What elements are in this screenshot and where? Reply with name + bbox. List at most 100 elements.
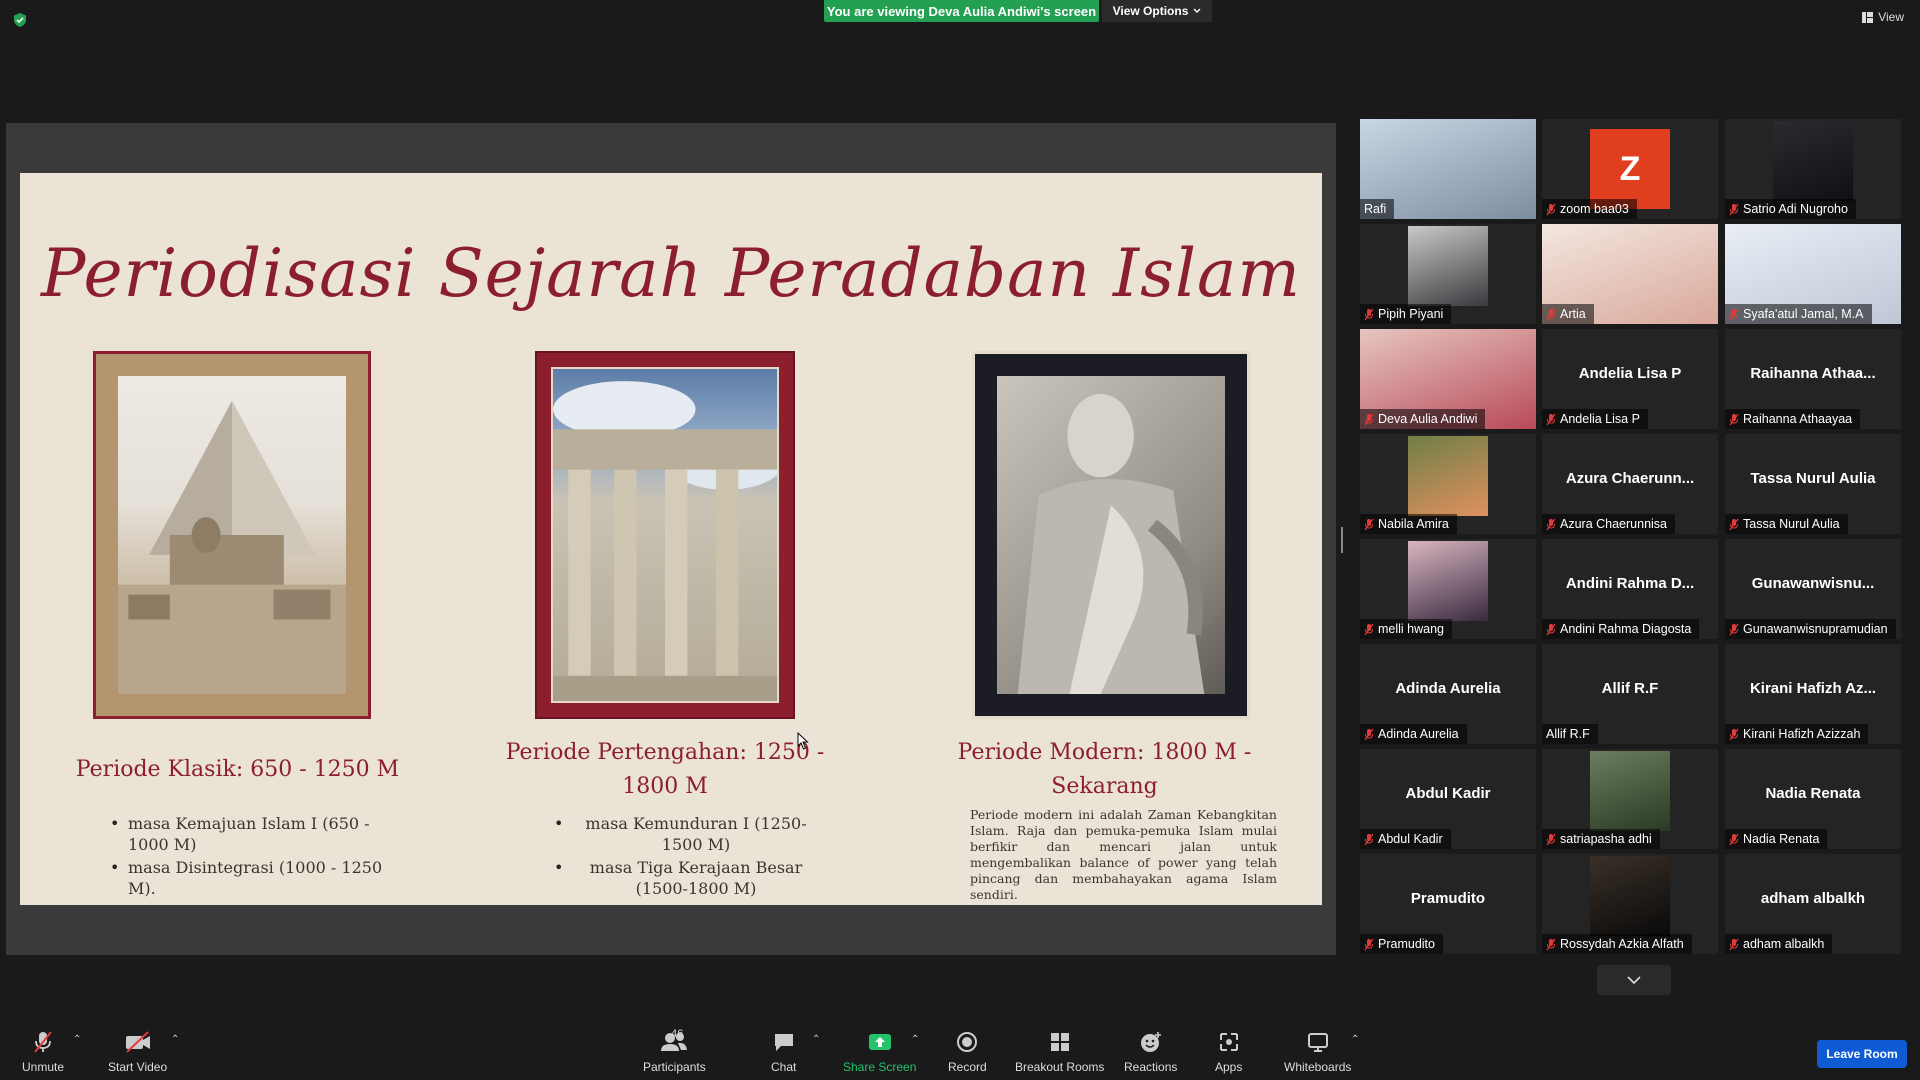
participant-display-name: Gunawanwisnu... — [1751, 575, 1875, 592]
share-screen-button[interactable]: Share Screen — [843, 1030, 916, 1074]
microphone-muted-icon — [1729, 308, 1739, 320]
participant-tile[interactable]: Deva Aulia Andiwi — [1360, 329, 1536, 429]
microphone-muted-icon — [1364, 938, 1374, 950]
participant-name: Raihanna Athaayaa — [1743, 412, 1853, 426]
participant-tile[interactable]: melli hwang — [1360, 539, 1536, 639]
participant-tile[interactable]: Allif R.F Allif R.F — [1542, 644, 1718, 744]
participant-tile[interactable]: Tassa Nurul Aulia Tassa Nurul Aulia — [1725, 434, 1901, 534]
period-middle-title: Periode Pertengahan: 1250 - 1800 M — [505, 740, 825, 799]
view-label: View — [1878, 10, 1904, 24]
participant-tile[interactable]: Adinda Aurelia Adinda Aurelia — [1360, 644, 1536, 744]
chat-options-caret[interactable]: ⌃ — [812, 1034, 820, 1045]
participant-tile[interactable]: Pipih Piyani — [1360, 224, 1536, 324]
microphone-muted-icon — [1546, 518, 1556, 530]
meeting-toolbar: Unmute ⌃ Start Video ⌃ 46 Participants C… — [0, 1022, 1920, 1080]
participant-display-name: Abdul Kadir — [1405, 785, 1491, 802]
participant-display-name: Pramudito — [1410, 890, 1486, 907]
participant-name-label: Pramudito — [1360, 934, 1443, 954]
reactions-smiley-icon — [1140, 1032, 1161, 1052]
participant-tile[interactable]: adham albalkh adham albalkh — [1725, 854, 1901, 954]
statue-picture-frame — [972, 351, 1250, 719]
participant-tile[interactable]: Syafa'atul Jamal, M.A — [1725, 224, 1901, 324]
video-options-caret[interactable]: ⌃ — [171, 1034, 179, 1045]
audio-options-caret[interactable]: ⌃ — [73, 1034, 81, 1045]
participant-display-name: Adinda Aurelia — [1395, 680, 1501, 697]
presentation-slide: Periodisasi Sejarah Peradaban Islam Peri… — [20, 173, 1322, 905]
participant-tile[interactable]: Raihanna Athaa... Raihanna Athaayaa — [1725, 329, 1901, 429]
participant-tile[interactable]: Nadia Renata Nadia Renata — [1725, 749, 1901, 849]
participants-count: 46 — [671, 1028, 684, 1040]
participant-name-label: Rafi — [1360, 199, 1395, 219]
leave-room-button[interactable]: Leave Room — [1817, 1040, 1907, 1068]
participant-tile[interactable]: Pramudito Pramudito — [1360, 854, 1536, 954]
view-button[interactable]: View — [1862, 10, 1904, 24]
period-middle-list: masa Kemunduran I (1250-1500 M) masa Tig… — [550, 813, 820, 901]
security-shield-icon[interactable] — [12, 12, 28, 28]
breakout-rooms-button[interactable]: Breakout Rooms — [1015, 1030, 1104, 1074]
participant-tile[interactable]: Andelia Lisa P Andelia Lisa P — [1542, 329, 1718, 429]
participant-tile[interactable]: Rafi — [1360, 119, 1536, 219]
participant-name: satriapasha adhi — [1560, 832, 1652, 846]
chat-button[interactable]: Chat — [771, 1030, 796, 1074]
gallery-scroll-down-button[interactable] — [1597, 965, 1671, 995]
participant-name: Andini Rahma Diagosta — [1560, 622, 1692, 636]
resize-splitter-handle[interactable] — [1341, 527, 1343, 553]
participant-tile[interactable]: satriapasha adhi — [1542, 749, 1718, 849]
period-modern-title: Periode Modern: 1800 M - Sekarang — [957, 740, 1252, 799]
whiteboards-button[interactable]: Whiteboards — [1284, 1030, 1351, 1074]
participant-name-label: Nadia Renata — [1725, 829, 1828, 849]
participant-name-label: Syafa'atul Jamal, M.A — [1725, 304, 1872, 324]
participant-name: Andelia Lisa P — [1560, 412, 1640, 426]
participant-tile[interactable]: Gunawanwisnu... Gunawanwisnupramudian — [1725, 539, 1901, 639]
participant-name: Syafa'atul Jamal, M.A — [1743, 307, 1864, 321]
chat-label: Chat — [771, 1060, 797, 1074]
participant-tile[interactable]: Nabila Amira — [1360, 434, 1536, 534]
period-classic-list: masa Kemajuan Islam I (650 - 1000 M) mas… — [106, 813, 406, 901]
microphone-muted-icon — [1729, 203, 1739, 215]
participant-tile[interactable]: Artia — [1542, 224, 1718, 324]
microphone-muted-icon — [34, 1031, 52, 1053]
participant-tile[interactable]: Andini Rahma D... Andini Rahma Diagosta — [1542, 539, 1718, 639]
microphone-muted-icon — [1729, 413, 1739, 425]
unmute-button[interactable]: Unmute — [22, 1030, 64, 1074]
start-video-button[interactable]: Start Video — [108, 1030, 167, 1074]
view-options-label: View Options — [1112, 4, 1189, 18]
reactions-button[interactable]: Reactions — [1124, 1030, 1177, 1074]
participant-tile[interactable]: Satrio Adi Nugroho — [1725, 119, 1901, 219]
shared-screen: Periodisasi Sejarah Peradaban Islam Peri… — [6, 123, 1336, 955]
record-button[interactable]: Record — [948, 1030, 987, 1074]
record-icon — [957, 1032, 978, 1052]
participant-tile[interactable]: Zzoom baa03 — [1542, 119, 1718, 219]
view-options-button[interactable]: View Options — [1102, 0, 1212, 22]
participant-display-name: Tassa Nurul Aulia — [1750, 470, 1876, 487]
participant-tile[interactable]: Azura Chaerunn... Azura Chaerunnisa — [1542, 434, 1718, 534]
microphone-muted-icon — [1546, 308, 1556, 320]
participant-display-name: Andini Rahma D... — [1565, 575, 1695, 592]
chevron-down-icon — [1627, 976, 1641, 984]
microphone-muted-icon — [1364, 413, 1374, 425]
participants-button[interactable]: 46 Participants — [643, 1028, 706, 1074]
participant-name: Artia — [1560, 307, 1586, 321]
apps-button[interactable]: Apps — [1215, 1030, 1242, 1074]
share-options-caret[interactable]: ⌃ — [911, 1034, 919, 1045]
participant-name-label: satriapasha adhi — [1542, 829, 1660, 849]
caesar-statue-image — [997, 376, 1225, 694]
participant-name: Nabila Amira — [1378, 517, 1449, 531]
mouse-cursor-icon — [797, 732, 809, 750]
participant-name-label: adham albalkh — [1725, 934, 1833, 954]
participant-name-label: Andini Rahma Diagosta — [1542, 619, 1700, 639]
reactions-label: Reactions — [1124, 1060, 1178, 1074]
participant-tile[interactable]: Rossydah Azkia Alfath — [1542, 854, 1718, 954]
participant-tile[interactable]: Kirani Hafizh Az... Kirani Hafizh Azizzah — [1725, 644, 1901, 744]
participant-name: Rossydah Azkia Alfath — [1560, 937, 1684, 951]
participant-display-name: Allif R.F — [1601, 680, 1659, 697]
whiteboard-options-caret[interactable]: ⌃ — [1351, 1034, 1359, 1045]
zoom-window: You are viewing Deva Aulia Andiwi's scre… — [0, 0, 1920, 1080]
microphone-muted-icon — [1729, 518, 1739, 530]
participant-name: Rafi — [1364, 202, 1387, 216]
participant-display-name: Kirani Hafizh Az... — [1749, 680, 1877, 697]
participant-name: Pramudito — [1378, 937, 1435, 951]
participant-tile[interactable]: Abdul Kadir Abdul Kadir — [1360, 749, 1536, 849]
participant-name-label: Raihanna Athaayaa — [1725, 409, 1861, 429]
participant-display-name: Andelia Lisa P — [1578, 365, 1682, 382]
